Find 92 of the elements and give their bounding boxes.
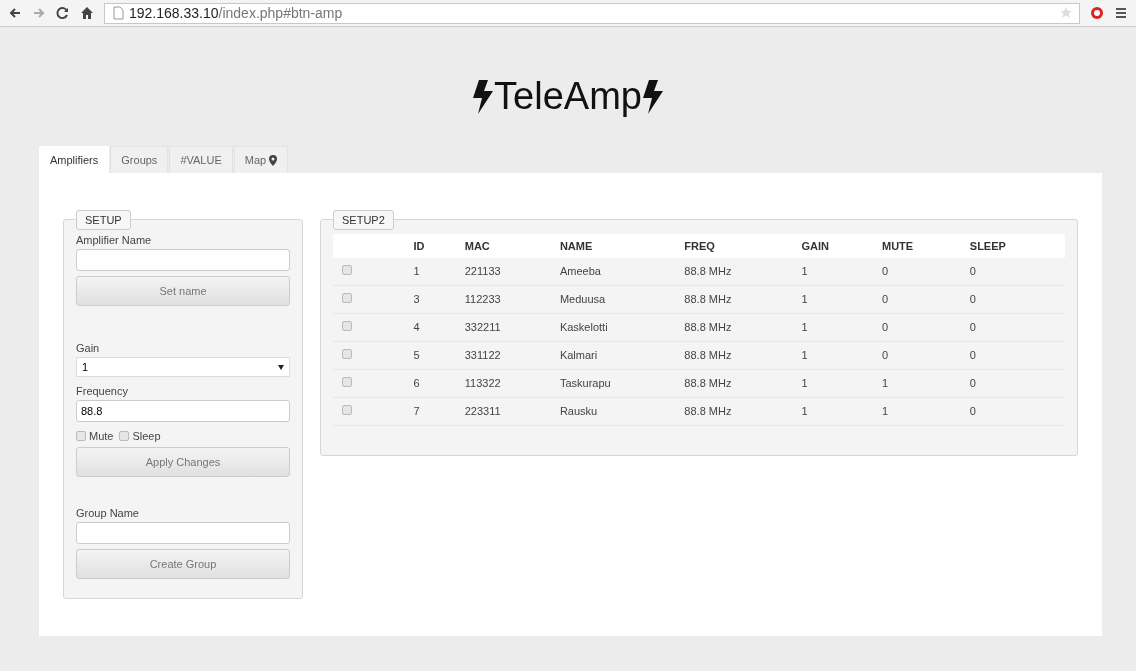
column-header: ID [413, 234, 465, 258]
frequency-input[interactable]: 88.8 [76, 400, 290, 422]
table-cell: 3 [413, 285, 465, 314]
table-cell: 0 [969, 397, 1065, 426]
table-cell: 88.8 MHz [684, 369, 802, 398]
tab[interactable]: #VALUE [169, 146, 233, 173]
table-cell: 1 [801, 285, 882, 314]
lightning-icon [641, 79, 664, 114]
column-header: MAC [464, 234, 560, 258]
table-cell: 0 [881, 258, 970, 286]
row-checkbox[interactable] [342, 349, 352, 359]
table-cell: 0 [881, 341, 970, 370]
checkbox-label: Sleep [132, 430, 161, 442]
table-cell: 88.8 MHz [684, 313, 802, 342]
field-label: Amplifier Name [76, 234, 153, 246]
row-checkbox[interactable] [342, 293, 352, 303]
amplifier-name-input[interactable] [76, 249, 290, 271]
lightning-icon [472, 79, 495, 114]
table-cell: 1 [881, 369, 970, 398]
table-cell: 0 [969, 285, 1065, 314]
tab[interactable]: Map [233, 146, 289, 173]
table-cell: 1 [881, 397, 970, 426]
table-cell: 5 [413, 341, 465, 370]
home-icon[interactable] [80, 6, 94, 20]
setup-legend: SETUP [76, 210, 131, 230]
table-cell: Rausku [559, 397, 685, 426]
table-cell: 113322 [464, 369, 560, 398]
table-cell: 0 [881, 285, 970, 314]
table-cell: 332211 [464, 313, 560, 342]
forward-icon[interactable] [32, 6, 46, 20]
map-pin-icon [269, 154, 278, 166]
checkbox[interactable] [76, 431, 86, 441]
table-cell: 223311 [464, 397, 560, 426]
table-cell: Ameeba [559, 258, 685, 286]
group-name-input[interactable] [76, 522, 290, 544]
gain-select[interactable]: 1 [76, 357, 290, 377]
field-label: Gain [76, 342, 101, 354]
setup2-legend: SETUP2 [333, 210, 394, 230]
column-header: SLEEP [969, 234, 1065, 258]
star-icon[interactable] [1059, 6, 1073, 20]
table-cell: 331122 [464, 341, 560, 370]
checkbox-label: Mute [89, 430, 114, 442]
table-cell: 1 [801, 313, 882, 342]
table-cell: 0 [969, 258, 1065, 286]
app-title: TeleAmp [494, 75, 642, 118]
table-cell: 1 [801, 341, 882, 370]
row-checkbox[interactable] [342, 265, 352, 275]
tab[interactable]: Groups [110, 146, 169, 173]
column-header: FREQ [684, 234, 802, 258]
back-icon[interactable] [8, 6, 22, 20]
stop-icon[interactable] [1090, 6, 1104, 20]
field-label: Group Name [76, 507, 140, 519]
column-header: MUTE [881, 234, 970, 258]
table-cell: 6 [413, 369, 465, 398]
table-cell: 0 [881, 313, 970, 342]
table-cell: 1 [801, 258, 882, 286]
table-cell: 88.8 MHz [684, 341, 802, 370]
set-name-button[interactable]: Set name [76, 276, 290, 306]
column-header: NAME [559, 234, 685, 258]
row-checkbox[interactable] [342, 377, 352, 387]
create-group-button[interactable]: Create Group [76, 549, 290, 579]
table-cell: 1 [801, 369, 882, 398]
table-cell: 0 [969, 341, 1065, 370]
page-icon [111, 6, 125, 20]
url-host: 192.168.33.10 [129, 5, 219, 21]
tab[interactable]: Amplifiers [39, 146, 110, 173]
table-cell: 4 [413, 313, 465, 342]
table-cell: 1 [413, 258, 465, 286]
checkbox[interactable] [119, 431, 130, 441]
menu-icon[interactable] [1114, 6, 1128, 20]
table-cell: 7 [413, 397, 465, 426]
table-cell: 221133 [464, 258, 560, 286]
table-cell: Meduusa [559, 285, 685, 314]
table-cell: Kaskelotti [559, 313, 685, 342]
table-cell: 112233 [464, 285, 560, 314]
address-bar[interactable]: 192.168.33.10/index.php#btn-amp [104, 2, 1080, 24]
table-cell: 0 [969, 313, 1065, 342]
caret-icon [278, 364, 284, 370]
reload-icon[interactable] [56, 6, 70, 20]
table-cell: 88.8 MHz [684, 285, 802, 314]
column-header: GAIN [801, 234, 882, 258]
table-cell: 0 [969, 369, 1065, 398]
apply-changes-button[interactable]: Apply Changes [76, 447, 290, 477]
table-cell: 88.8 MHz [684, 258, 802, 286]
table-cell: 1 [801, 397, 882, 426]
field-label: Frequency [76, 385, 129, 397]
table-cell: Taskurapu [559, 369, 685, 398]
row-checkbox[interactable] [342, 321, 352, 331]
row-checkbox[interactable] [342, 405, 352, 415]
url-path: /index.php#btn-amp [218, 5, 343, 21]
table-cell: Kalmari [559, 341, 685, 370]
table-cell: 88.8 MHz [684, 397, 802, 426]
